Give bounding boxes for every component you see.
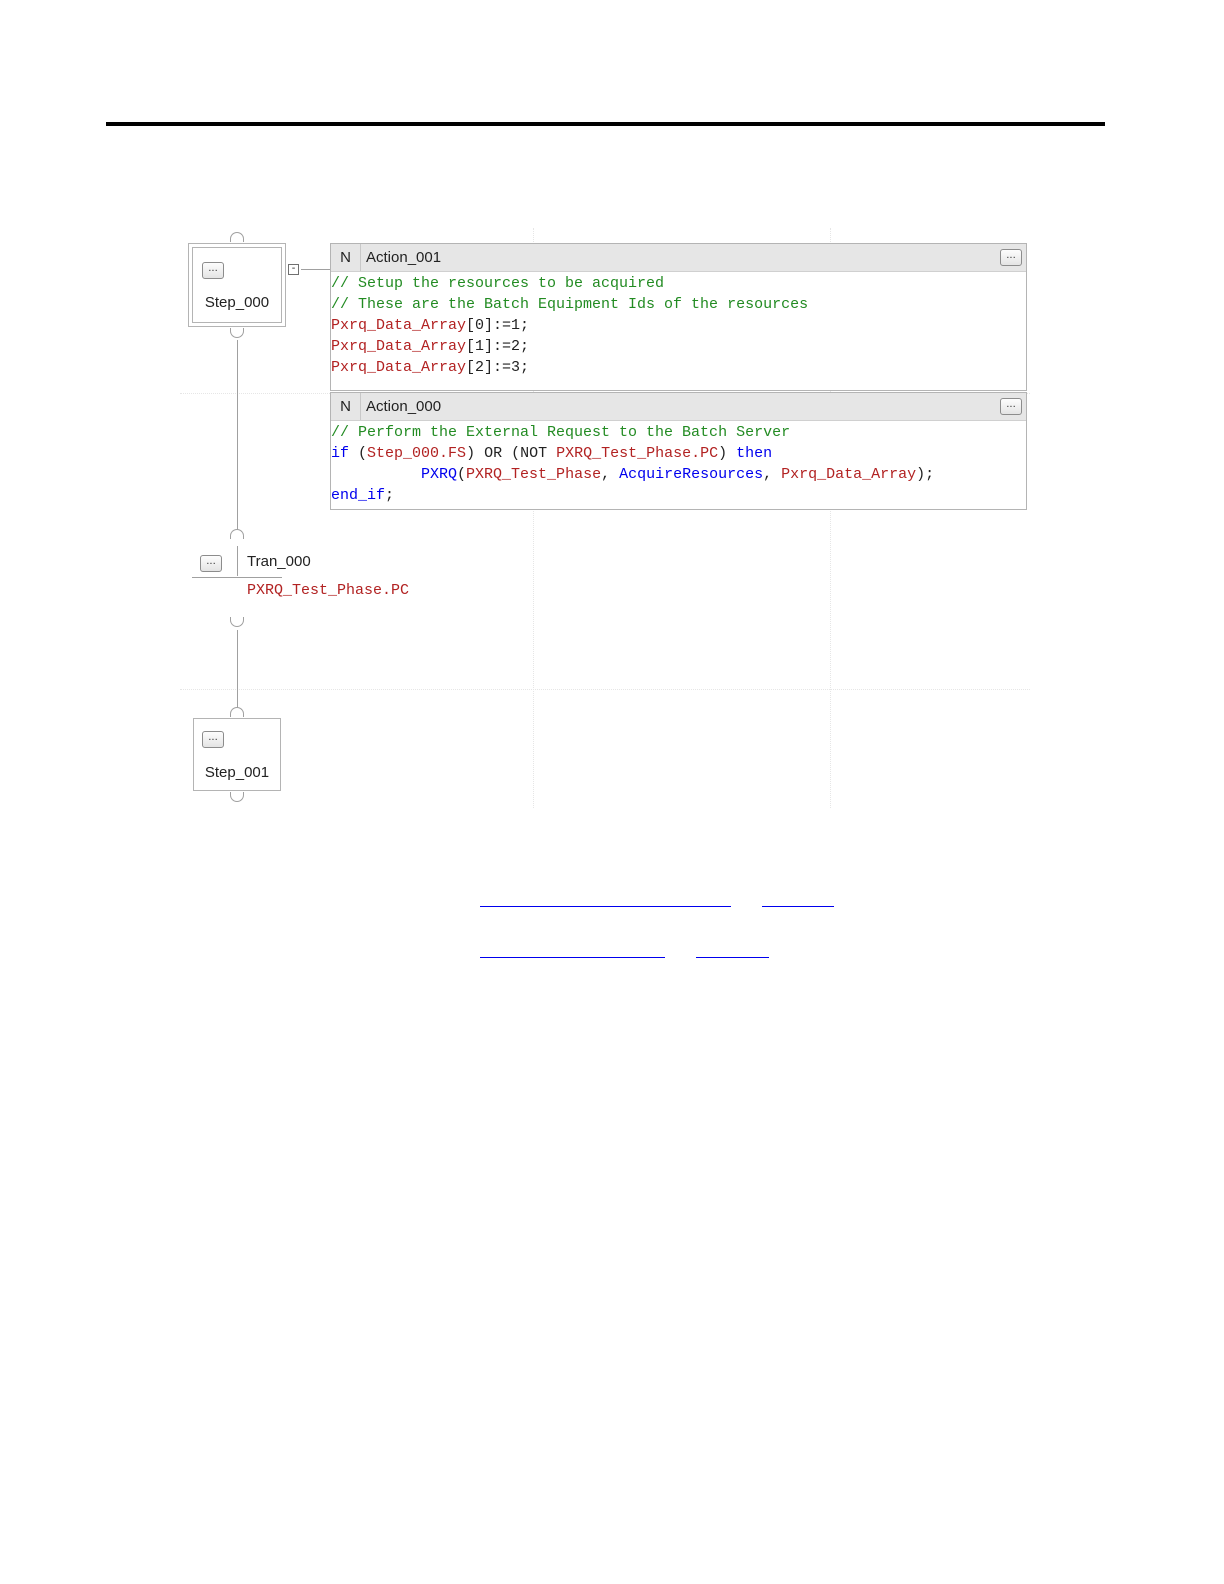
action-header: N Action_000 ... xyxy=(331,393,1026,421)
action-properties-button[interactable]: ... xyxy=(1000,398,1022,415)
code-token: [1]:=2; xyxy=(466,338,530,355)
code-token: Pxrq_Data_Array xyxy=(331,317,467,334)
wire xyxy=(237,546,238,576)
wire xyxy=(237,630,238,708)
action-qualifier[interactable]: N xyxy=(331,393,361,420)
code-line: if (Step_000.FS) OR (NOT PXRQ_Test_Phase… xyxy=(331,443,1026,464)
code-line: // Setup the resources to be acquired xyxy=(331,273,1026,294)
code-token: Pxrq_Data_Array xyxy=(331,338,467,355)
reference-link[interactable] xyxy=(480,906,731,907)
step-output-pin[interactable] xyxy=(230,792,244,802)
grid-line xyxy=(180,689,1030,690)
code-token: PXRQ_Test_Phase xyxy=(466,466,602,483)
code-token: Step_000.FS xyxy=(367,445,467,462)
transition-condition[interactable]: PXRQ_Test_Phase.PC xyxy=(247,582,409,599)
code-token: ( xyxy=(349,445,368,462)
code-line: PXRQ(PXRQ_Test_Phase, AcquireResources, … xyxy=(331,464,1026,485)
step-input-pin[interactable] xyxy=(230,232,244,242)
action-qualifier[interactable]: N xyxy=(331,244,361,271)
code-token: ; xyxy=(385,487,395,504)
action-000[interactable]: N Action_000 ... // Perform the External… xyxy=(330,392,1027,510)
step-001-label: Step_001 xyxy=(204,764,270,781)
code-token: then xyxy=(736,445,773,462)
code-line: end_if; xyxy=(331,485,1026,506)
action-code[interactable]: // Setup the resources to be acquired // … xyxy=(331,272,1026,378)
step-001[interactable]: ... Step_001 xyxy=(193,718,281,791)
action-link-wire xyxy=(301,269,331,270)
code-token: // Setup the resources to be acquired xyxy=(331,275,665,292)
transition-input-pin[interactable] xyxy=(230,529,244,539)
step-output-pin[interactable] xyxy=(230,328,244,338)
code-token: PXRQ xyxy=(421,466,458,483)
transition-bar xyxy=(192,577,282,578)
code-token: // Perform the External Request to the B… xyxy=(331,424,791,441)
reference-link[interactable] xyxy=(480,957,665,958)
code-token: Pxrq_Data_Array xyxy=(781,466,917,483)
action-001[interactable]: N Action_001 ... // Setup the resources … xyxy=(330,243,1027,391)
code-token: [2]:=3; xyxy=(466,359,530,376)
step-000-label: Step_000 xyxy=(204,294,270,311)
code-token: PXRQ_Test_Phase.PC xyxy=(556,445,719,462)
code-token: , xyxy=(763,466,782,483)
action-header: N Action_001 ... xyxy=(331,244,1026,272)
action-properties-button[interactable]: ... xyxy=(1000,249,1022,266)
step-001-properties-button[interactable]: ... xyxy=(202,731,224,748)
code-token: end_if xyxy=(331,487,386,504)
action-name[interactable]: Action_000 xyxy=(366,393,441,420)
step-input-pin[interactable] xyxy=(230,707,244,717)
code-token: ( xyxy=(457,466,467,483)
step-000[interactable]: ... Step_000 xyxy=(188,243,286,327)
transition-name[interactable]: Tran_000 xyxy=(247,553,311,570)
code-token: Pxrq_Data_Array xyxy=(331,359,467,376)
code-token: if xyxy=(331,445,350,462)
code-token: ); xyxy=(916,466,935,483)
code-line: Pxrq_Data_Array[2]:=3; xyxy=(331,357,1026,378)
header-rule xyxy=(106,122,1105,126)
code-line: Pxrq_Data_Array[1]:=2; xyxy=(331,336,1026,357)
collapse-actions-button[interactable]: - xyxy=(288,264,299,275)
code-token: AcquireResources xyxy=(619,466,764,483)
step-000-properties-button[interactable]: ... xyxy=(202,262,224,279)
code-line: Pxrq_Data_Array[0]:=1; xyxy=(331,315,1026,336)
code-token: ) xyxy=(718,445,737,462)
action-name[interactable]: Action_001 xyxy=(366,244,441,271)
code-token: // These are the Batch Equipment Ids of … xyxy=(331,296,809,313)
wire xyxy=(237,340,238,530)
page-link[interactable] xyxy=(696,957,769,958)
code-token: [0]:=1; xyxy=(466,317,530,334)
transition-output-pin[interactable] xyxy=(230,617,244,627)
code-token: , xyxy=(601,466,620,483)
code-line: // Perform the External Request to the B… xyxy=(331,422,1026,443)
transition-properties-button[interactable]: ... xyxy=(200,555,222,572)
page-link[interactable] xyxy=(762,906,834,907)
code-token: ) OR (NOT xyxy=(466,445,557,462)
code-line: // These are the Batch Equipment Ids of … xyxy=(331,294,1026,315)
action-code[interactable]: // Perform the External Request to the B… xyxy=(331,421,1026,506)
